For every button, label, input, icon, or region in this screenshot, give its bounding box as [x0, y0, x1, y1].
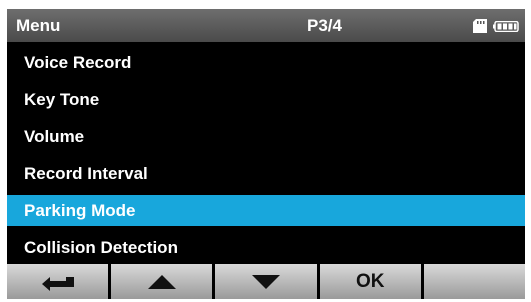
down-button[interactable] [215, 264, 317, 299]
menu-item-label: Volume [24, 127, 85, 146]
blank-button[interactable] [423, 264, 526, 299]
down-triangle-icon [252, 274, 280, 289]
menu-list: Voice Record Key Tone Volume Record Inte… [7, 47, 525, 269]
menu-item-label: Voice Record [24, 53, 132, 72]
menu-item-label: Key Tone [24, 90, 100, 109]
menu-header: Menu P3/4 [7, 9, 525, 42]
menu-item-parking-mode[interactable]: Parking Mode [7, 195, 525, 226]
ok-button[interactable]: OK [319, 264, 421, 299]
menu-item-record-interval[interactable]: Record Interval [7, 158, 525, 189]
return-arrow-icon [41, 276, 74, 291]
ok-label: OK [355, 270, 385, 292]
page-indicator: P3/4 [307, 16, 342, 35]
menu-item-key-tone[interactable]: Key Tone [7, 84, 525, 115]
button-bar: OK [7, 264, 526, 299]
battery-icon [493, 21, 519, 32]
up-button[interactable] [111, 264, 213, 299]
menu-item-label: Record Interval [24, 164, 148, 183]
dashcam-screen: Menu P3/4 Voice Record Key Tone Volume R [7, 9, 526, 299]
menu-title: Menu [16, 16, 61, 35]
menu-item-label: Collision Detection [24, 238, 178, 257]
menu-item-label: Parking Mode [24, 201, 136, 220]
back-button[interactable] [7, 264, 109, 299]
up-triangle-icon [147, 274, 176, 289]
menu-item-volume[interactable]: Volume [7, 121, 525, 152]
sd-card-icon [473, 19, 487, 33]
menu-item-voice-record[interactable]: Voice Record [7, 47, 525, 78]
menu-item-collision-detection[interactable]: Collision Detection [7, 232, 525, 263]
